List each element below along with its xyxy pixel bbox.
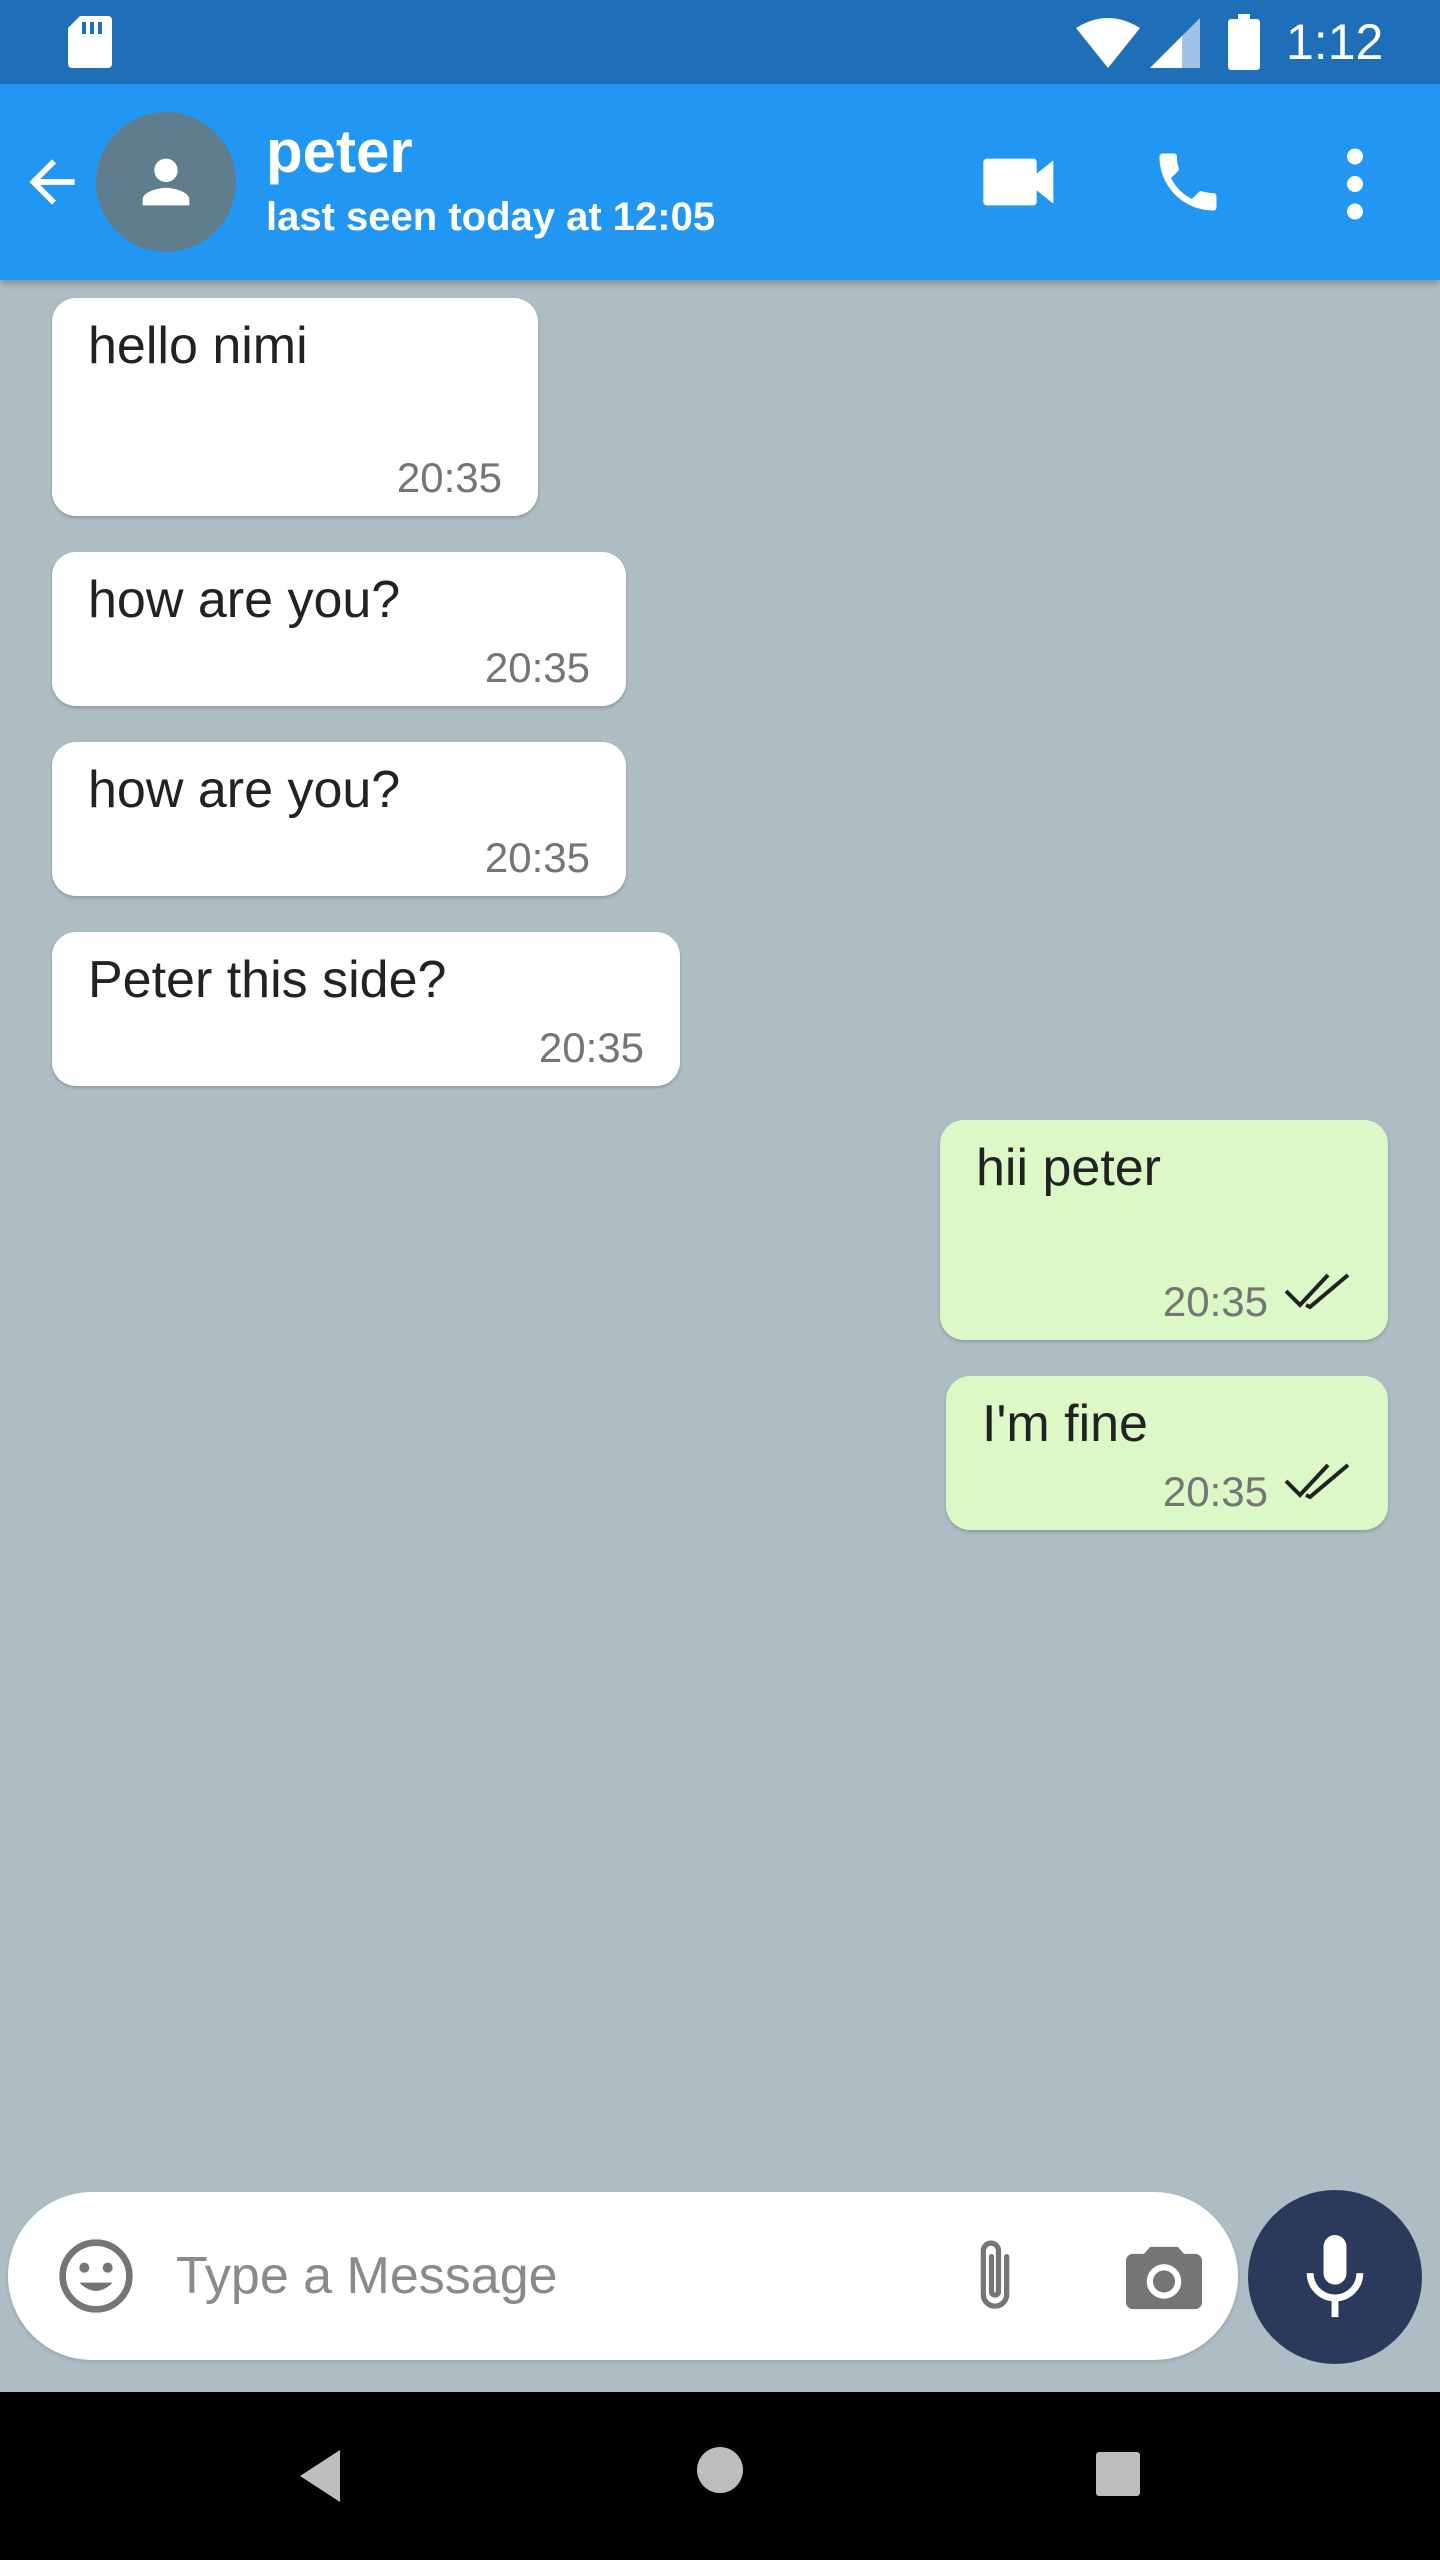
- last-seen-status: last seen today at 12:05: [266, 195, 716, 239]
- emoji-button[interactable]: [56, 2236, 136, 2316]
- chat-header: peter last seen today at 12:05: [0, 84, 1440, 280]
- attach-button[interactable]: [960, 2232, 1030, 2322]
- attach-icon: [980, 2240, 1010, 2309]
- back-arrow-icon: [29, 159, 75, 205]
- system-nav-bar: [0, 2392, 1440, 2560]
- battery-icon: [1228, 14, 1260, 75]
- message-text: how are you?: [88, 761, 401, 819]
- message-outgoing[interactable]: hii peter 20:35: [940, 1120, 1388, 1340]
- status-time: 1:12: [1286, 14, 1384, 70]
- message-incoming[interactable]: how are you? 20:35: [52, 552, 626, 706]
- status-bar: 1:12: [0, 0, 1440, 84]
- message-incoming[interactable]: hello nimi 20:35: [52, 298, 538, 516]
- message-input[interactable]: [176, 2236, 916, 2316]
- double-check-icon: [1284, 1271, 1352, 1316]
- video-camera-icon: [983, 158, 1054, 206]
- nav-recents-icon[interactable]: [1096, 2452, 1140, 2501]
- nav-back-icon[interactable]: [296, 2446, 344, 2511]
- message-time: 20:35: [396, 454, 502, 501]
- message-text: Peter this side?: [88, 951, 447, 1009]
- message-time: 20:35: [1162, 1278, 1268, 1325]
- message-time: 20:35: [484, 834, 590, 881]
- camera-button[interactable]: [1122, 2240, 1206, 2316]
- message-outgoing[interactable]: I'm fine 20:35: [946, 1376, 1388, 1530]
- message-text: I'm fine: [982, 1395, 1148, 1453]
- wifi-icon: [1076, 18, 1140, 73]
- message-incoming[interactable]: how are you? 20:35: [52, 742, 626, 896]
- more-options-button[interactable]: [1330, 144, 1380, 224]
- message-time: 20:35: [538, 1024, 644, 1071]
- avatar[interactable]: [96, 112, 236, 252]
- signal-icon: [1150, 18, 1200, 73]
- emoji-icon: [59, 2239, 133, 2313]
- back-button[interactable]: [18, 148, 86, 216]
- voice-call-button[interactable]: [1150, 144, 1226, 220]
- nav-home-icon[interactable]: [696, 2446, 744, 2499]
- camera-icon: [1126, 2246, 1202, 2310]
- double-check-icon: [1284, 1461, 1352, 1506]
- mic-icon: [1306, 2235, 1364, 2318]
- message-composer: [8, 2192, 1238, 2360]
- message-text: hello nimi: [88, 317, 308, 375]
- message-time: 20:35: [484, 644, 590, 691]
- phone-icon: [1159, 153, 1217, 211]
- message-time: 20:35: [1162, 1468, 1268, 1515]
- message-text: hii peter: [976, 1139, 1161, 1197]
- sd-card-icon: [68, 16, 112, 73]
- contact-name[interactable]: peter: [266, 120, 413, 184]
- message-incoming[interactable]: Peter this side? 20:35: [52, 932, 680, 1086]
- person-icon: [142, 158, 190, 206]
- more-vert-icon: [1347, 148, 1363, 220]
- message-text: how are you?: [88, 571, 401, 629]
- voice-record-button[interactable]: [1248, 2190, 1422, 2364]
- video-call-button[interactable]: [980, 148, 1060, 216]
